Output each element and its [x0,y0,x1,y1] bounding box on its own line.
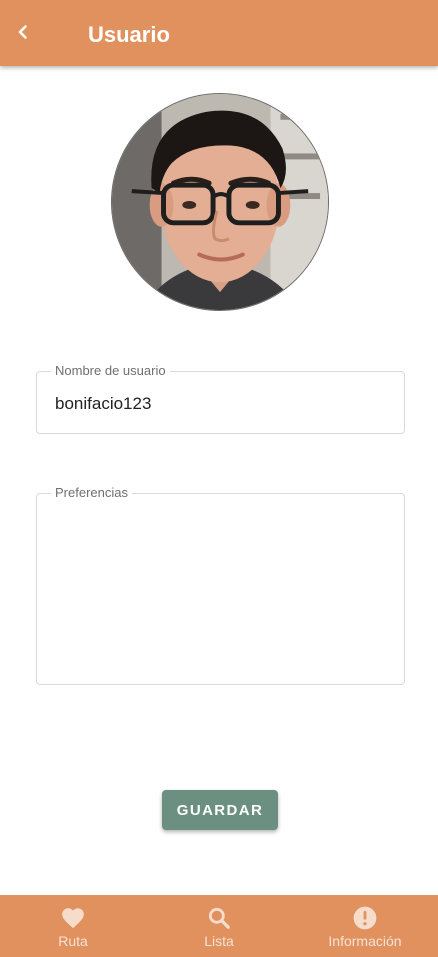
save-button[interactable]: GUARDAR [162,790,278,830]
info-icon [353,906,377,930]
nav-item-lista[interactable]: Lista [146,895,292,957]
nav-label-ruta: Ruta [58,933,88,949]
heart-icon [62,908,84,929]
nav-label-informacion: Información [328,933,402,949]
preferences-field: Preferencias [36,485,405,685]
nav-item-informacion[interactable]: Información [292,895,438,957]
back-button[interactable] [8,17,38,47]
username-input[interactable] [55,392,385,416]
user-photo [112,94,328,310]
preferences-input[interactable] [55,512,385,672]
username-field: Nombre de usuario [36,363,405,434]
chevron-left-icon [18,25,27,39]
bottom-nav: Ruta Lista Información [0,895,438,957]
avatar[interactable] [111,93,329,311]
page-title: Usuario [88,22,170,47]
username-label: Nombre de usuario [51,363,170,379]
nav-item-ruta[interactable]: Ruta [0,895,146,957]
nav-label-lista: Lista [204,933,234,949]
preferences-label: Preferencias [51,485,132,501]
app-bar: Usuario [0,0,438,66]
search-icon [208,907,230,929]
